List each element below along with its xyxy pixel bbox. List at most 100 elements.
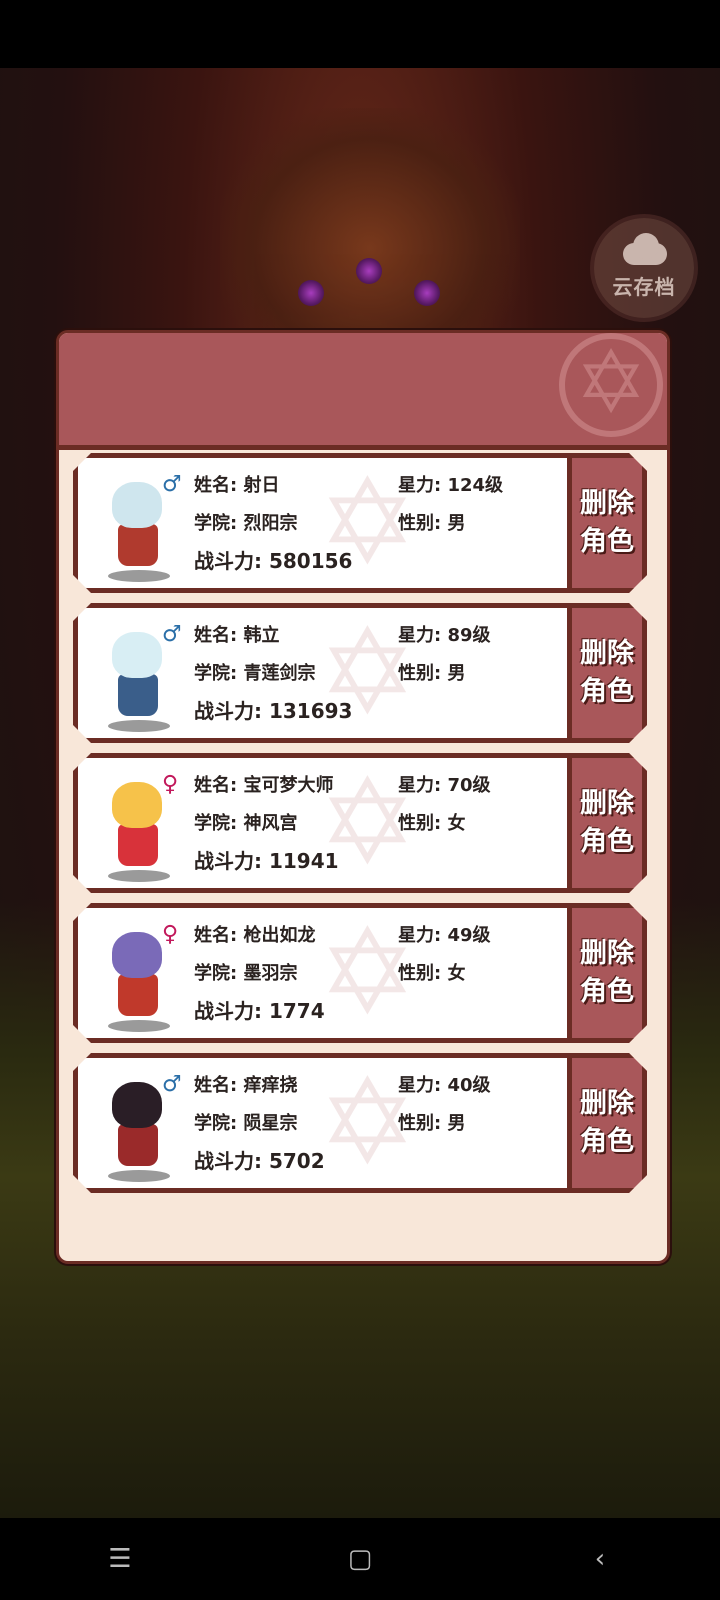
gender-label: 性别: [398, 1113, 448, 1134]
name-field: 姓名: 射日 [194, 471, 279, 497]
character-card[interactable]: ✡ ♂ 姓名: 韩立 学院: 青莲剑宗 战斗力: 131693 星力: 89级 … [73, 603, 655, 743]
power-value: 131693 [268, 699, 353, 723]
delete-label-line2: 角色 [580, 676, 634, 707]
character-info[interactable]: ✡ ♂ 姓名: 痒痒挠 学院: 陨星宗 战斗力: 5702 星力: 40级 性别… [73, 1053, 573, 1193]
gender-value: 男 [447, 513, 466, 534]
star-value: 124级 [447, 475, 504, 496]
menu-icon[interactable]: ☰ [100, 1544, 140, 1574]
gender-label: 性别: [398, 813, 448, 834]
gender-field: 性别: 男 [398, 659, 465, 685]
academy-value: 墨羽宗 [243, 963, 298, 984]
name-value: 枪出如龙 [243, 925, 316, 946]
tiger-eye-left [298, 280, 324, 306]
delete-label-line2: 角色 [580, 826, 634, 857]
character-info[interactable]: ✡ ♀ 姓名: 枪出如龙 学院: 墨羽宗 战斗力: 1774 星力: 49级 性… [73, 903, 573, 1043]
power-field: 战斗力: 11941 [194, 845, 339, 874]
avatar-head [112, 932, 162, 978]
gender-value: 女 [447, 963, 466, 984]
avatar-shadow [108, 870, 170, 882]
avatar-shadow [108, 570, 170, 582]
star-field: 星力: 124级 [398, 471, 503, 497]
delete-label-line2: 角色 [580, 1126, 634, 1157]
academy-field: 学院: 墨羽宗 [194, 959, 297, 985]
power-label: 战斗力: [194, 999, 269, 1023]
star-label: 星力: [398, 775, 448, 796]
delete-label-line1: 删除 [580, 1088, 634, 1119]
gender-icon: ♂ [162, 472, 182, 497]
gender-field: 性别: 男 [398, 1109, 465, 1135]
power-label: 战斗力: [194, 699, 269, 723]
name-field: 姓名: 韩立 [194, 621, 279, 647]
academy-value: 烈阳宗 [243, 513, 298, 534]
avatar-head [112, 632, 162, 678]
delete-label-line2: 角色 [580, 526, 634, 557]
academy-value: 青莲剑宗 [243, 663, 316, 684]
gender-icon: ♂ [162, 1072, 182, 1097]
power-label: 战斗力: [194, 849, 269, 873]
delete-character-button[interactable]: 删除 角色 [567, 603, 647, 743]
character-info[interactable]: ✡ ♀ 姓名: 宝可梦大师 学院: 神风宫 战斗力: 11941 星力: 70级… [73, 753, 573, 893]
delete-character-button[interactable]: 删除 角色 [567, 453, 647, 593]
power-value: 11941 [268, 849, 339, 873]
character-card[interactable]: ✡ ♂ 姓名: 痒痒挠 学院: 陨星宗 战斗力: 5702 星力: 40级 性别… [73, 1053, 655, 1193]
academy-field: 学院: 青莲剑宗 [194, 659, 315, 685]
academy-field: 学院: 烈阳宗 [194, 509, 297, 535]
character-info[interactable]: ✡ ♂ 姓名: 韩立 学院: 青莲剑宗 战斗力: 131693 星力: 89级 … [73, 603, 573, 743]
gender-icon: ♀ [162, 922, 179, 947]
name-label: 姓名: [194, 625, 244, 646]
star-value: 70级 [447, 775, 491, 796]
cloud-icon [615, 232, 673, 267]
hexagram-emblem-icon [559, 333, 663, 437]
character-card[interactable]: ✡ ♀ 姓名: 宝可梦大师 学院: 神风宫 战斗力: 11941 星力: 70级… [73, 753, 655, 893]
name-field: 姓名: 痒痒挠 [194, 1071, 297, 1097]
name-field: 姓名: 宝可梦大师 [194, 771, 333, 797]
tiger-eye-right [414, 280, 440, 306]
star-field: 星力: 70级 [398, 771, 491, 797]
gender-icon: ♀ [162, 772, 179, 797]
gender-value: 女 [447, 813, 466, 834]
avatar-head [112, 482, 162, 528]
star-value: 89级 [447, 625, 491, 646]
tiger-eye-center [356, 258, 382, 284]
delete-label-line2: 角色 [580, 976, 634, 1007]
power-label: 战斗力: [194, 1149, 269, 1173]
character-card[interactable]: ✡ ♀ 姓名: 枪出如龙 学院: 墨羽宗 战斗力: 1774 星力: 49级 性… [73, 903, 655, 1043]
delete-label-line1: 删除 [580, 938, 634, 969]
character-info[interactable]: ✡ ♂ 姓名: 射日 学院: 烈阳宗 战斗力: 580156 星力: 124级 … [73, 453, 573, 593]
avatar-shadow [108, 720, 170, 732]
gender-label: 性别: [398, 963, 448, 984]
star-field: 星力: 89级 [398, 621, 491, 647]
power-field: 战斗力: 131693 [194, 695, 352, 724]
power-field: 战斗力: 580156 [194, 545, 352, 574]
star-value: 40级 [447, 1075, 491, 1096]
academy-value: 陨星宗 [243, 1113, 298, 1134]
cloud-save-button[interactable]: 云存档 [594, 218, 694, 318]
name-value: 韩立 [243, 625, 280, 646]
academy-label: 学院: [194, 1113, 244, 1134]
name-label: 姓名: [194, 925, 244, 946]
avatar-body [118, 974, 158, 1016]
academy-value: 神风宫 [243, 813, 298, 834]
character-select-panel: ✡ ♂ 姓名: 射日 学院: 烈阳宗 战斗力: 580156 星力: 124级 … [56, 330, 670, 1264]
panel-header [59, 333, 667, 450]
power-field: 战斗力: 1774 [194, 995, 325, 1024]
power-value: 5702 [268, 1149, 325, 1173]
home-icon[interactable]: ▢ [340, 1544, 380, 1574]
delete-character-button[interactable]: 删除 角色 [567, 1053, 647, 1193]
avatar-head [112, 1082, 162, 1128]
avatar-body [118, 824, 158, 866]
delete-character-button[interactable]: 删除 角色 [567, 753, 647, 893]
academy-label: 学院: [194, 963, 244, 984]
academy-label: 学院: [194, 513, 244, 534]
character-card[interactable]: ✡ ♂ 姓名: 射日 学院: 烈阳宗 战斗力: 580156 星力: 124级 … [73, 453, 655, 593]
delete-character-button[interactable]: 删除 角色 [567, 903, 647, 1043]
academy-label: 学院: [194, 663, 244, 684]
star-field: 星力: 49级 [398, 921, 491, 947]
name-field: 姓名: 枪出如龙 [194, 921, 315, 947]
name-label: 姓名: [194, 1075, 244, 1096]
back-icon[interactable]: ‹ [580, 1544, 620, 1574]
cloud-save-label: 云存档 [612, 274, 676, 299]
gender-value: 男 [447, 1113, 466, 1134]
avatar-head [112, 782, 162, 828]
star-value: 49级 [447, 925, 491, 946]
